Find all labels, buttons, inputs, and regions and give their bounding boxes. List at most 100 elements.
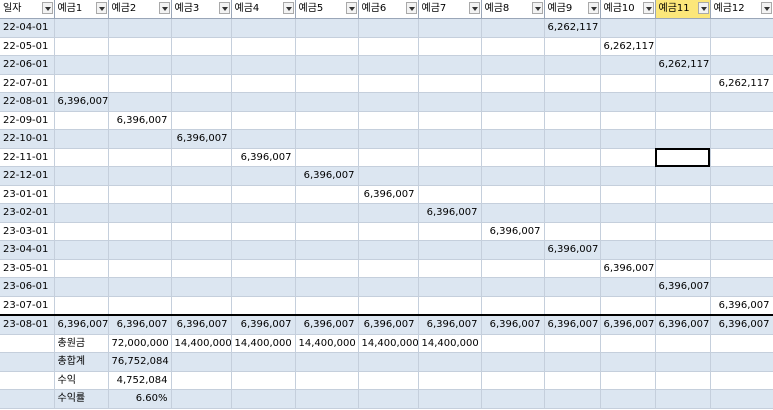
- table-cell[interactable]: [54, 222, 109, 241]
- table-cell[interactable]: [600, 185, 656, 204]
- table-cell[interactable]: [600, 371, 656, 390]
- table-cell[interactable]: [481, 296, 545, 316]
- table-cell[interactable]: [171, 222, 232, 241]
- column-header-deposit-7[interactable]: 예금7: [418, 0, 482, 19]
- table-cell[interactable]: [418, 352, 482, 372]
- column-header-deposit-6[interactable]: 예금6: [358, 0, 419, 19]
- amount-cell[interactable]: 6,262,117: [655, 55, 711, 75]
- amount-cell[interactable]: 6,396,007: [231, 148, 296, 167]
- table-cell[interactable]: [710, 92, 773, 112]
- table-cell[interactable]: [544, 259, 601, 278]
- amount-cell[interactable]: 6,396,007: [710, 314, 773, 335]
- table-cell[interactable]: [544, 185, 601, 204]
- table-cell[interactable]: [481, 129, 545, 149]
- table-cell[interactable]: [418, 74, 482, 93]
- table-cell[interactable]: [108, 203, 172, 223]
- table-cell[interactable]: [171, 74, 232, 93]
- column-header-deposit-1[interactable]: 예금1: [54, 0, 109, 19]
- table-cell[interactable]: [231, 74, 296, 93]
- table-cell[interactable]: [171, 259, 232, 278]
- date-cell[interactable]: 23-01-01: [0, 185, 55, 204]
- table-cell[interactable]: [544, 296, 601, 316]
- table-cell[interactable]: [418, 92, 482, 112]
- table-cell[interactable]: [600, 166, 656, 186]
- table-cell[interactable]: [231, 352, 296, 372]
- filter-dropdown-icon[interactable]: [218, 2, 230, 14]
- table-cell[interactable]: [171, 371, 232, 390]
- table-cell[interactable]: [655, 240, 711, 260]
- table-cell[interactable]: [171, 352, 232, 372]
- table-cell[interactable]: [54, 240, 109, 260]
- summary-label[interactable]: 수익: [54, 371, 109, 390]
- table-cell[interactable]: [358, 37, 419, 56]
- date-cell[interactable]: 23-04-01: [0, 240, 55, 260]
- table-cell[interactable]: [0, 352, 55, 372]
- amount-cell[interactable]: 6,396,007: [108, 314, 172, 335]
- table-cell[interactable]: [231, 240, 296, 260]
- amount-cell[interactable]: 6,396,007: [358, 314, 419, 335]
- table-cell[interactable]: [418, 389, 482, 409]
- table-cell[interactable]: [295, 371, 359, 390]
- column-header-date[interactable]: 일자: [0, 0, 55, 19]
- amount-cell[interactable]: 6,396,007: [544, 314, 601, 335]
- table-cell[interactable]: [544, 74, 601, 93]
- table-cell[interactable]: [295, 185, 359, 204]
- amount-cell[interactable]: 6,396,007: [108, 111, 172, 130]
- table-cell[interactable]: [54, 277, 109, 297]
- table-cell[interactable]: [544, 37, 601, 56]
- table-cell[interactable]: [710, 259, 773, 278]
- table-cell[interactable]: [418, 148, 482, 167]
- date-cell[interactable]: 22-08-01: [0, 92, 55, 112]
- table-cell[interactable]: [600, 296, 656, 316]
- summary-value[interactable]: 72,000,000: [108, 334, 172, 353]
- table-cell[interactable]: [655, 37, 711, 56]
- amount-cell[interactable]: 6,396,007: [54, 314, 109, 335]
- table-cell[interactable]: [295, 111, 359, 130]
- table-cell[interactable]: [655, 203, 711, 223]
- summary-value[interactable]: 6.60%: [108, 389, 172, 409]
- column-header-deposit-10[interactable]: 예금10: [600, 0, 656, 19]
- table-cell[interactable]: [231, 129, 296, 149]
- table-cell[interactable]: [710, 277, 773, 297]
- table-cell[interactable]: [295, 389, 359, 409]
- table-cell[interactable]: [544, 389, 601, 409]
- filter-dropdown-icon[interactable]: [531, 2, 543, 14]
- table-cell[interactable]: [171, 296, 232, 316]
- summary-value[interactable]: 4,752,084: [108, 371, 172, 390]
- table-cell[interactable]: [418, 37, 482, 56]
- table-cell[interactable]: [0, 334, 55, 353]
- table-cell[interactable]: [54, 18, 109, 38]
- table-cell[interactable]: [231, 203, 296, 223]
- table-cell[interactable]: [358, 352, 419, 372]
- date-cell[interactable]: 23-02-01: [0, 203, 55, 223]
- table-cell[interactable]: [54, 259, 109, 278]
- table-cell[interactable]: [171, 92, 232, 112]
- table-cell[interactable]: [231, 296, 296, 316]
- table-cell[interactable]: [295, 240, 359, 260]
- table-cell[interactable]: [600, 389, 656, 409]
- table-cell[interactable]: [655, 296, 711, 316]
- table-cell[interactable]: [358, 92, 419, 112]
- amount-cell[interactable]: 6,396,007: [358, 185, 419, 204]
- table-cell[interactable]: [108, 92, 172, 112]
- table-cell[interactable]: [108, 277, 172, 297]
- table-cell[interactable]: [231, 37, 296, 56]
- table-cell[interactable]: [231, 55, 296, 75]
- table-cell[interactable]: [231, 222, 296, 241]
- table-cell[interactable]: [655, 222, 711, 241]
- table-cell[interactable]: [655, 18, 711, 38]
- table-cell[interactable]: [710, 18, 773, 38]
- table-cell[interactable]: [544, 203, 601, 223]
- summary-value[interactable]: 14,400,000: [231, 334, 296, 353]
- table-cell[interactable]: [295, 74, 359, 93]
- table-cell[interactable]: [418, 185, 482, 204]
- table-cell[interactable]: [231, 277, 296, 297]
- table-cell[interactable]: [418, 240, 482, 260]
- date-cell[interactable]: 23-06-01: [0, 277, 55, 297]
- table-cell[interactable]: [295, 203, 359, 223]
- table-cell[interactable]: [358, 129, 419, 149]
- table-cell[interactable]: [481, 185, 545, 204]
- table-cell[interactable]: [544, 352, 601, 372]
- table-cell[interactable]: [655, 166, 711, 186]
- table-cell[interactable]: [295, 259, 359, 278]
